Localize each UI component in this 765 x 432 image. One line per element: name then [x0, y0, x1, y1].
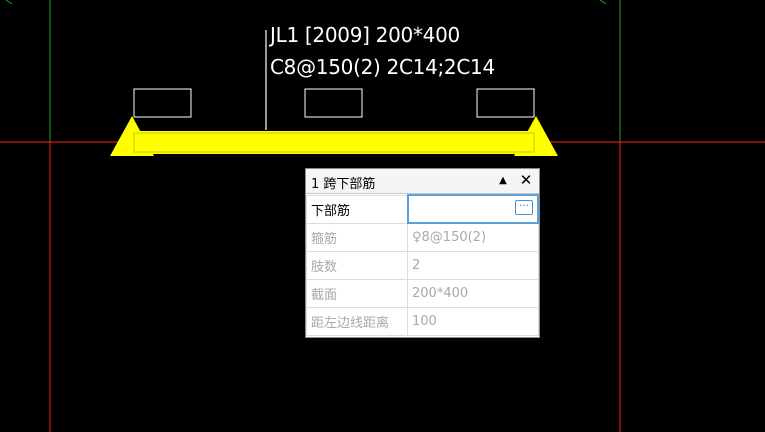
triangle-up-icon[interactable]: ▲ — [494, 171, 512, 189]
property-row: 下部筋 ··· — [306, 194, 539, 224]
label-box-middle[interactable] — [304, 88, 363, 118]
label-box-right[interactable] — [476, 88, 535, 118]
property-value: ♀8@150(2) — [407, 222, 539, 252]
beam-annotation-line1[interactable]: JL1 [2009] 200*400 — [270, 23, 460, 47]
green-tick-mark — [5, 0, 607, 5]
property-name: 距左边线距离 — [306, 306, 408, 336]
property-name: 箍筋 — [306, 222, 408, 252]
property-value: 200*400 — [407, 278, 539, 308]
span-bottom-rebar-panel: 1 跨下部筋 ▲ ✕ 下部筋 ··· 箍筋 ♀8@150(2) 肢数 2 截面 … — [305, 168, 540, 338]
property-row: 距左边线距离 100 — [306, 306, 539, 336]
property-row: 肢数 2 — [306, 250, 539, 280]
beam-annotation-line2[interactable]: C8@150(2) 2C14;2C14 — [270, 55, 495, 79]
property-value: 100 — [407, 306, 539, 336]
property-name: 下部筋 — [306, 194, 408, 224]
label-box-left[interactable] — [133, 88, 192, 118]
panel-title: 1 跨下部筋 — [311, 177, 376, 192]
property-row: 箍筋 ♀8@150(2) — [306, 222, 539, 252]
property-value-input[interactable]: ··· — [406, 194, 539, 224]
property-name: 肢数 — [306, 250, 408, 280]
property-row: 截面 200*400 — [306, 278, 539, 308]
close-icon[interactable]: ✕ — [517, 171, 535, 189]
panel-header[interactable]: 1 跨下部筋 ▲ ✕ — [306, 169, 539, 194]
property-name: 截面 — [306, 278, 408, 308]
property-value: 2 — [407, 250, 539, 280]
property-table: 下部筋 ··· 箍筋 ♀8@150(2) 肢数 2 截面 200*400 距左边… — [306, 194, 539, 336]
beam-span[interactable] — [132, 131, 536, 154]
ellipsis-button[interactable]: ··· — [515, 200, 533, 215]
